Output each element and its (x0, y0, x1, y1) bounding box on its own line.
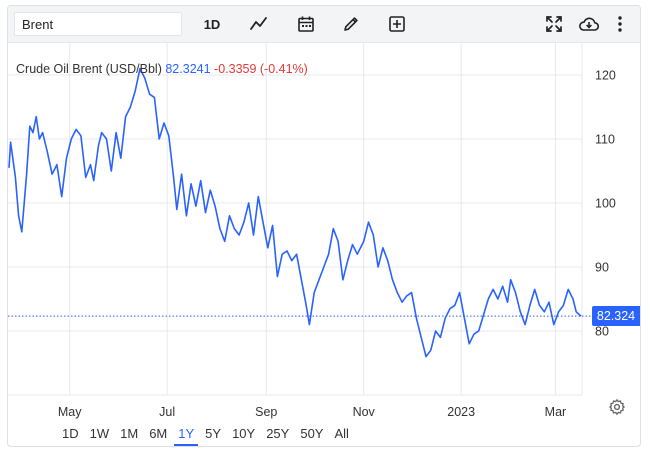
series-line (8, 67, 582, 358)
x-tick-label: Sep (255, 405, 277, 419)
chart-legend: Crude Oil Brent (USD/Bbl) 82.3241 -0.335… (16, 62, 308, 76)
range-selector: 1D 1W 1M 6M 1Y 5Y 10Y 25Y 50Y All (58, 424, 356, 446)
range-button-50y[interactable]: 50Y (296, 424, 327, 446)
y-tick-label: 120 (595, 69, 616, 83)
legend-change: -0.3359 (-0.41%) (214, 62, 308, 76)
range-button-1m[interactable]: 1M (116, 424, 142, 446)
more-vertical-icon[interactable] (612, 12, 628, 36)
gear-icon[interactable] (608, 398, 626, 416)
range-button-6m[interactable]: 6M (145, 424, 171, 446)
x-tick-label: Jul (159, 405, 175, 419)
chart-widget: Brent 1D 80 90 100 110 120 May Jul Sep Nov 2023 Ma… (7, 5, 641, 447)
range-button-all[interactable]: All (330, 424, 352, 446)
range-button-1w[interactable]: 1W (86, 424, 114, 446)
range-button-10y[interactable]: 10Y (228, 424, 259, 446)
x-tick-label: Mar (545, 405, 567, 419)
y-tick-label: 90 (595, 261, 609, 275)
x-tick-label: 2023 (447, 405, 475, 419)
price-chart[interactable]: 80 90 100 110 120 May Jul Sep Nov 2023 Mar Crude O… (8, 43, 640, 423)
symbol-search-input[interactable]: Brent (14, 12, 182, 36)
range-button-1y[interactable]: 1Y (174, 424, 199, 446)
calendar-icon[interactable] (294, 12, 318, 36)
range-button-25y[interactable]: 25Y (262, 424, 293, 446)
fullscreen-icon[interactable] (542, 12, 566, 36)
pencil-icon[interactable] (339, 12, 363, 36)
plus-box-icon[interactable] (385, 12, 409, 36)
line-chart: 80 90 100 110 120 May Jul Sep Nov 2023 Mar (8, 43, 616, 419)
range-button-1d[interactable]: 1D (58, 424, 83, 446)
x-tick-label: May (58, 405, 82, 419)
last-price-label: 82.324 (592, 306, 640, 327)
legend-symbol: Crude Oil Brent (USD/Bbl) (16, 62, 162, 76)
line-chart-icon[interactable] (247, 12, 271, 36)
cloud-download-icon[interactable] (576, 12, 602, 36)
y-tick-label: 100 (595, 197, 616, 211)
chart-toolbar: Brent 1D (8, 6, 640, 43)
y-tick-label: 110 (595, 133, 615, 147)
legend-last-value: 82.3241 (165, 62, 211, 76)
range-button-5y[interactable]: 5Y (201, 424, 225, 446)
interval-button[interactable]: 1D (197, 12, 227, 36)
y-tick-label: 80 (595, 325, 609, 339)
x-tick-label: Nov (353, 405, 376, 419)
